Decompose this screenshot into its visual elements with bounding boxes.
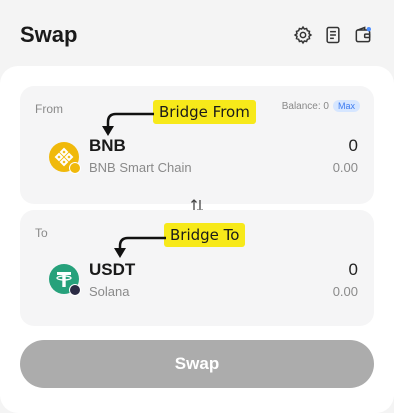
max-button[interactable]: Max — [332, 100, 360, 112]
page-title: Swap — [20, 22, 78, 47]
wallet-icon[interactable] — [352, 24, 374, 46]
to-token-chain: Solana — [89, 284, 130, 299]
from-amount-input[interactable]: 0 — [349, 136, 358, 156]
bnb-chain-badge-icon — [69, 162, 81, 174]
history-icon[interactable] — [322, 24, 344, 46]
from-fiat-value: 0.00 — [332, 160, 358, 175]
balance-row: Balance: 0 Max — [282, 100, 360, 112]
to-token-symbol[interactable]: USDT — [89, 260, 135, 280]
bridge-to-arrow-icon — [114, 236, 166, 258]
to-fiat-value: 0.00 — [332, 284, 358, 299]
solana-chain-badge-icon — [69, 284, 81, 296]
from-token-symbol[interactable]: BNB — [89, 136, 126, 156]
gear-icon[interactable] — [292, 24, 314, 46]
bridge-to-annotation: Bridge To — [164, 223, 246, 247]
bridge-from-arrow-icon — [102, 112, 154, 136]
from-token-chain: BNB Smart Chain — [89, 160, 192, 175]
to-amount-input[interactable]: 0 — [349, 260, 358, 280]
from-label: From — [35, 102, 63, 116]
to-label: To — [35, 226, 48, 240]
balance-label: Balance: 0 — [281, 100, 329, 112]
bridge-from-annotation: Bridge From — [153, 100, 256, 124]
swap-screen: Swap From Balance: 0 Max BNB BNB Smart C… — [0, 0, 394, 413]
swap-button[interactable]: Swap — [20, 340, 374, 388]
